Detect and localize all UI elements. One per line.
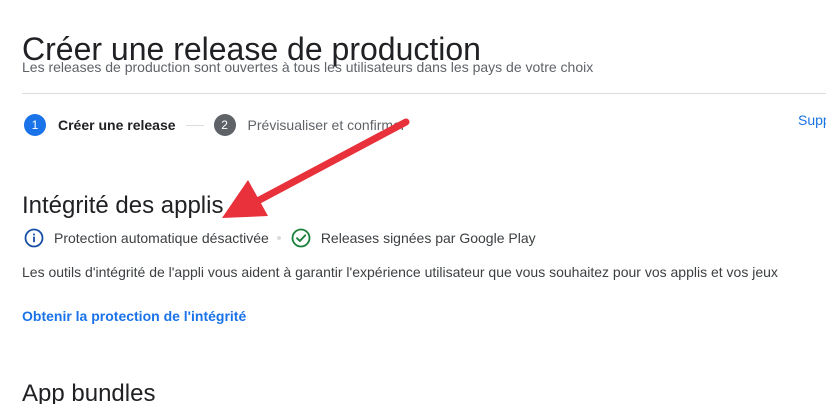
step-1-number: 1 [24, 114, 46, 136]
page: Créer une release de production Les rele… [0, 0, 826, 404]
app-bundles-section-title: App bundles [22, 379, 156, 404]
integrity-description: Les outils d'intégrité de l'appli vous a… [22, 264, 778, 280]
signing-status-text: Releases signées par Google Play [320, 230, 536, 246]
header-divider [22, 93, 826, 94]
integrity-section-title: Intégrité des applis [22, 191, 224, 219]
info-icon [24, 228, 44, 248]
status-separator [276, 236, 281, 240]
integrity-status-row: Protection automatique désactivée Releas… [24, 227, 536, 249]
check-circle-icon [291, 228, 311, 248]
support-link[interactable]: Supp [798, 110, 826, 130]
page-subtitle: Les releases de production sont ouvertes… [22, 59, 594, 75]
get-integrity-protection-link[interactable]: Obtenir la protection de l'intégrité [22, 306, 246, 326]
step-1-label[interactable]: Créer une release [58, 114, 176, 136]
release-stepper: 1 Créer une release 2 Prévisualiser et c… [24, 114, 405, 136]
step-2-label[interactable]: Prévisualiser et confirmer [248, 114, 406, 136]
protection-status-text: Protection automatique désactivée [54, 230, 269, 246]
step-2-number: 2 [213, 114, 236, 136]
step-connector [185, 124, 204, 126]
